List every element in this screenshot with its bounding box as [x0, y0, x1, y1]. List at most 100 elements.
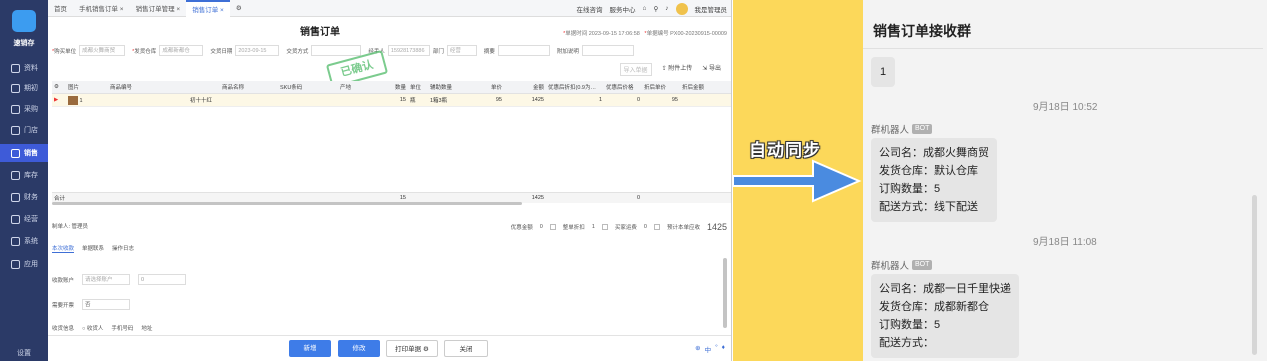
message-sender: 群机器人 BOT [871, 258, 933, 272]
summary-field[interactable] [497, 45, 550, 56]
dept-field[interactable]: 经营 [446, 45, 477, 56]
warehouse-field[interactable]: 成都新都仓 [159, 45, 204, 56]
chat-panel: 销售订单接收群 1 9月18日 10:52 群机器人 BOT 公司名：成都火舞商… [863, 0, 1267, 361]
invoice-select[interactable]: 否 [82, 299, 131, 310]
order-lines-grid: ⚙ 图片 商品编号 商品名称 SKU条码 产地 数量 单位 辅助数量 单价 金额… [52, 81, 731, 203]
business-icon [11, 214, 20, 224]
apps-icon [11, 259, 20, 269]
message-sender: 群机器人 BOT [871, 122, 933, 136]
handler-field[interactable]: 15928173886 [387, 45, 430, 56]
bot-badge: BOT [912, 124, 933, 134]
sidebar-item-data[interactable]: 资料 [0, 59, 48, 77]
receipt-amount-field[interactable]: 0 [138, 274, 187, 285]
due-checkbox[interactable] [653, 224, 660, 230]
user-name[interactable]: 我是管理员 [695, 4, 728, 14]
form-vertical-scrollbar[interactable] [723, 258, 727, 328]
grid-horizontal-scrollbar[interactable] [52, 202, 522, 205]
close-button[interactable]: 关闭 [444, 340, 488, 357]
address-radio[interactable]: 地址 [141, 324, 152, 332]
grid-settings-icon[interactable]: ⚙ [52, 84, 66, 90]
customer-field[interactable]: 成都火舞商贸 [79, 45, 126, 56]
opening-icon [11, 83, 20, 93]
attach-note-field[interactable] [581, 45, 634, 56]
whole-discount-checkbox[interactable] [549, 224, 556, 230]
sidebar-item-apps[interactable]: 应用 [0, 255, 48, 273]
receipt-row: 收款账户 请选择账户 0 [52, 274, 187, 285]
sidebar-item-inventory[interactable]: 库存 [0, 166, 48, 184]
invoice-row: 需要开票 否 [52, 299, 131, 310]
delivery-date-field[interactable]: 2023-09-15 [235, 45, 280, 56]
sidebar-item-purchase[interactable]: 采购 [0, 100, 48, 118]
online-service-link[interactable]: 在线咨询 [577, 4, 603, 14]
system-icon [11, 236, 20, 246]
tab-home[interactable]: 首页 [48, 3, 73, 13]
sidebar-item-business[interactable]: 经营 [0, 210, 48, 228]
page-title: 销售订单 [300, 27, 340, 38]
grid-toolbar: 导入单据 ⇪ 附件上传 ⇲ 导出 [619, 63, 721, 76]
grid-header: ⚙ 图片 商品编号 商品名称 SKU条码 产地 数量 单位 辅助数量 单价 金额… [52, 81, 731, 94]
export-button[interactable]: ⇲ 导出 [702, 63, 721, 76]
app-name: 速销存 [13, 40, 35, 47]
import-button[interactable]: 导入单据 [619, 63, 652, 76]
gear-icon[interactable]: ⚙ [230, 4, 248, 12]
purchase-icon [11, 104, 20, 114]
phone-radio[interactable]: 手机号码 [111, 324, 133, 332]
right-arrow-icon [733, 159, 862, 203]
avatar[interactable] [675, 2, 688, 15]
sidebar: 速销存 资料 期初 采购 门店 销售 库存 财务 经营 系统 应用 设置 [0, 0, 48, 361]
due-total: 1425 [706, 222, 727, 232]
product-thumbnail [68, 95, 78, 105]
erp-window: 速销存 资料 期初 采购 门店 销售 库存 财务 经营 系统 应用 设置 首页 … [0, 0, 732, 361]
sidebar-item-sales[interactable]: 销售 [0, 144, 48, 162]
sidebar-item-store[interactable]: 门店 [0, 121, 48, 139]
order-summary: 制单人: 管理员 优惠金额 0 整单折扣 1 买家运费 0 预计本单应收 1425 [52, 222, 727, 232]
bell-icon[interactable]: ♪ [665, 5, 668, 12]
tab-sales-order[interactable]: 销售订单 × [186, 0, 230, 17]
top-tab-bar: 首页 手机销售订单 × 销售订单管理 × 销售订单 × ⚙ 在线咨询 服务中心 … [48, 0, 731, 17]
message-time: 9月18日 11:08 [1033, 237, 1097, 248]
sidebar-item-system[interactable]: 系统 [0, 232, 48, 250]
tab-mobile-sales-order[interactable]: 手机销售订单 × [73, 3, 130, 13]
footer-actions: 新增 修改 打印单据 ⚙ 关闭 ⊕ 中 ° ♦ [48, 335, 731, 361]
message-bubble: 1 [871, 57, 896, 87]
tab-log[interactable]: 操作日志 [112, 244, 134, 253]
data-icon [11, 63, 20, 73]
new-button[interactable]: 新增 [289, 340, 331, 357]
chat-scrollbar[interactable] [1252, 195, 1257, 355]
header-form: *购买单位 成都火舞商贸 *发货仓库 成都新都仓 交货日期 2023-09-15… [52, 45, 634, 56]
home-icon[interactable]: ⌂ [643, 5, 647, 12]
print-button[interactable]: 打印单据 ⚙ [386, 340, 438, 357]
delivery-method-field[interactable] [311, 45, 362, 56]
sales-icon [11, 148, 20, 158]
message-bubble: 公司名：成都火舞商贸 发货仓库：默认仓库 订购数量：5 配送方式：线下配送 [871, 138, 997, 222]
divider [863, 48, 1263, 49]
consignee-radio[interactable]: ○ 收货人 [82, 324, 103, 332]
sidebar-item-opening[interactable]: 期初 [0, 79, 48, 97]
edit-button[interactable]: 修改 [338, 340, 380, 357]
row-marker-icon: ▶ [54, 97, 59, 103]
message-time: 9月18日 10:52 [1033, 102, 1098, 113]
bot-badge: BOT [912, 260, 933, 270]
search-icon[interactable]: ⚲ [653, 5, 658, 13]
tab-contact[interactable]: 单据联系 [82, 244, 104, 253]
tab-receipt[interactable]: 本次收款 [52, 244, 75, 253]
chat-title: 销售订单接收群 [873, 23, 971, 39]
tab-sales-order-manage[interactable]: 销售订单管理 × [130, 3, 187, 13]
ime-indicator[interactable]: ⊕ 中 ° ♦ [695, 344, 725, 354]
doc-meta: *单据时间 2023-09-15 17:06:58 *单据编号 PX00-202… [563, 31, 727, 37]
shipping-row: 收货信息 ○ 收货人 手机号码 地址 [52, 324, 153, 332]
store-icon [11, 125, 20, 135]
message-bubble: 公司名：成都一日千里快递 发货仓库：成都新都仓 订购数量：5 配送方式： [871, 274, 1019, 358]
sidebar-item-finance[interactable]: 财务 [0, 188, 48, 206]
finance-icon [11, 192, 20, 202]
bottom-tabs: 本次收款 单据联系 操作日志 [52, 244, 134, 253]
sidebar-settings[interactable]: 设置 [0, 348, 48, 358]
upload-attachment-button[interactable]: ⇪ 附件上传 [662, 63, 693, 76]
table-row[interactable]: ▶ 1 初十十红 15 瓶 1箱3瓶 95 1425 1 0 95 [52, 94, 731, 107]
service-center-link[interactable]: 服务中心 [610, 4, 636, 14]
receipt-account-field[interactable]: 请选择账户 [82, 274, 131, 285]
app-logo [12, 10, 36, 32]
maker-label: 制单人: 管理员 [52, 224, 89, 230]
buyer-fee-checkbox[interactable] [601, 224, 608, 230]
inventory-icon [11, 170, 20, 180]
